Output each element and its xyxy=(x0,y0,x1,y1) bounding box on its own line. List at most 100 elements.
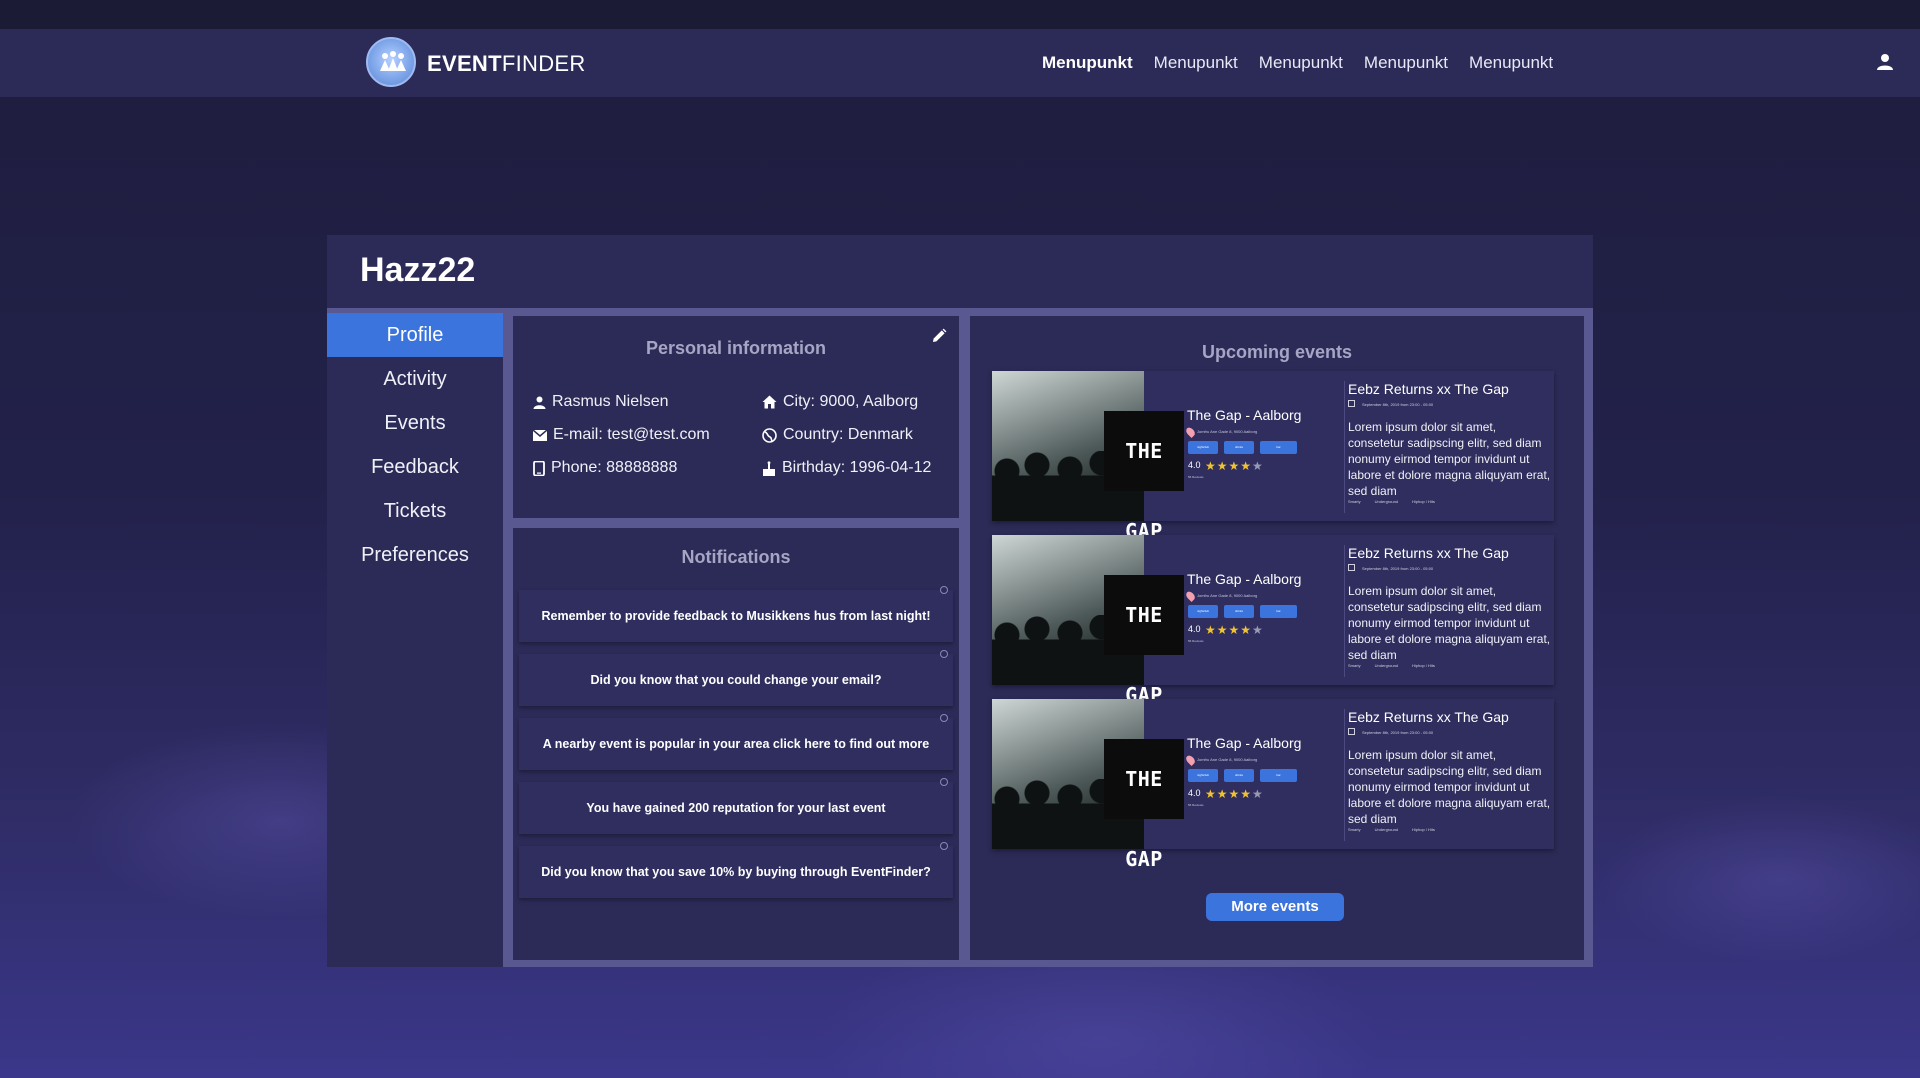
nav-item-3[interactable]: Menupunkt xyxy=(1259,53,1343,73)
sidebar-item-tickets[interactable]: Tickets xyxy=(327,489,503,533)
calendar-icon xyxy=(1348,728,1355,735)
sidebar-item-feedback[interactable]: Feedback xyxy=(327,445,503,489)
notification-text: Did you know that you could change your … xyxy=(590,673,882,687)
phone-value: Phone: 88888888 xyxy=(551,459,678,476)
tag[interactable]: bar xyxy=(1260,441,1297,454)
unread-dot-icon xyxy=(940,714,948,722)
venue-address: Jomfru Ane Gade 8, 9000 Aalborg xyxy=(1197,429,1258,434)
venue-address: Jomfru Ane Gade 8, 9000 Aalborg xyxy=(1197,757,1258,762)
tag[interactable]: nightclub xyxy=(1188,441,1218,454)
tag[interactable]: drinks xyxy=(1224,441,1254,454)
calendar-icon xyxy=(1348,400,1355,407)
brand-name[interactable]: EVENTFINDER xyxy=(427,51,586,77)
notification-item[interactable]: Remember to provide feedback to Musikken… xyxy=(519,586,953,642)
nav-item-1[interactable]: Menupunkt xyxy=(1042,53,1133,73)
rating-value: 4.0 xyxy=(1188,624,1201,634)
calendar-icon xyxy=(1348,564,1355,571)
divider xyxy=(1344,709,1345,841)
user-icon[interactable] xyxy=(1876,53,1894,76)
country-row: Country: Denmark xyxy=(762,426,913,444)
sidebar-item-preferences[interactable]: Preferences xyxy=(327,533,503,577)
brand-light: FINDER xyxy=(501,51,586,76)
notifications-title: Notifications xyxy=(681,547,791,567)
event-card[interactable]: THE GAP The Gap - Aalborg Jomfru Ane Gad… xyxy=(992,699,1554,871)
location-pin-icon xyxy=(1184,589,1197,603)
review-count: 56 Reviews xyxy=(1188,475,1204,479)
birthday-value: Birthday: 1996-04-12 xyxy=(782,459,932,476)
tag[interactable]: nightclub xyxy=(1188,605,1218,618)
tag[interactable]: drinks xyxy=(1224,769,1254,782)
venue-name: The Gap - Aalborg xyxy=(1187,407,1302,423)
meta-item: Smarty xyxy=(1348,827,1361,832)
venue-name: The Gap - Aalborg xyxy=(1187,571,1302,587)
city-value: City: 9000, Aalborg xyxy=(783,393,919,410)
tag[interactable]: drinks xyxy=(1224,605,1254,618)
notification-item[interactable]: You have gained 200 reputation for your … xyxy=(519,778,953,834)
nav-item-4[interactable]: Menupunkt xyxy=(1364,53,1448,73)
birthday-row: Birthday: 1996-04-12 xyxy=(762,459,931,477)
unread-dot-icon xyxy=(940,778,948,786)
event-meta: Smarty Underground Hiphop / Hits xyxy=(1348,499,1435,504)
upcoming-events-title: Upcoming events xyxy=(1201,342,1353,362)
sidebar-item-profile[interactable]: Profile xyxy=(327,313,503,357)
event-title: Eebz Returns xx The Gap xyxy=(1348,709,1509,725)
upcoming-events-card: Upcoming events THE GAP The Gap - Aalbor… xyxy=(970,316,1584,960)
venue-logo: THE GAP xyxy=(1104,575,1184,707)
username-title: Hazz22 xyxy=(360,251,476,289)
review-count: 56 Reviews xyxy=(1188,803,1204,807)
event-date: September 8th, 2019 from 23:00 - 05:00 xyxy=(1362,730,1434,735)
phone-icon xyxy=(533,460,545,476)
event-description: Lorem ipsum dolor sit amet, consetetur s… xyxy=(1348,584,1551,662)
event-card[interactable]: THE GAP The Gap - Aalborg Jomfru Ane Gad… xyxy=(992,371,1554,543)
meta-item: Hiphop / Hits xyxy=(1412,827,1435,832)
star-rating-icon: ★★★★★ xyxy=(1205,623,1264,637)
globe-icon xyxy=(762,427,777,443)
location-pin-icon xyxy=(1184,753,1197,767)
star-rating-icon: ★★★★★ xyxy=(1205,787,1264,801)
tag[interactable]: nightclub xyxy=(1188,769,1218,782)
tag[interactable]: bar xyxy=(1260,769,1297,782)
event-description: Lorem ipsum dolor sit amet, consetetur s… xyxy=(1348,420,1551,498)
unread-dot-icon xyxy=(940,842,948,850)
person-icon xyxy=(533,396,546,409)
people-icon[interactable] xyxy=(366,37,416,87)
event-card[interactable]: THE GAP The Gap - Aalborg Jomfru Ane Gad… xyxy=(992,535,1554,707)
nav-item-5[interactable]: Menupunkt xyxy=(1469,53,1553,73)
location-pin-icon xyxy=(1184,425,1197,439)
divider xyxy=(1344,545,1345,677)
tag-list: nightclub drinks bar xyxy=(1188,769,1297,782)
top-strip xyxy=(0,0,1920,29)
notification-item[interactable]: Did you know that you save 10% by buying… xyxy=(519,842,953,898)
personal-info-title: Personal information xyxy=(645,338,827,358)
event-meta: Smarty Underground Hiphop / Hits xyxy=(1348,827,1435,832)
event-description: Lorem ipsum dolor sit amet, consetetur s… xyxy=(1348,748,1551,826)
venue-name: The Gap - Aalborg xyxy=(1187,735,1302,751)
envelope-icon xyxy=(533,429,547,441)
venue-address: Jomfru Ane Gade 8, 9000 Aalborg xyxy=(1197,593,1258,598)
tag-list: nightclub drinks bar xyxy=(1188,605,1297,618)
name-row: Rasmus Nielsen xyxy=(533,393,668,411)
sidebar-item-events[interactable]: Events xyxy=(327,401,503,445)
pencil-icon[interactable] xyxy=(931,328,947,349)
notification-item[interactable]: Did you know that you could change your … xyxy=(519,650,953,706)
rating-value: 4.0 xyxy=(1188,460,1201,470)
tag[interactable]: bar xyxy=(1260,605,1297,618)
brand-bold: EVENT xyxy=(427,51,502,76)
sidebar-item-activity[interactable]: Activity xyxy=(327,357,503,401)
city-row: City: 9000, Aalborg xyxy=(762,393,918,411)
name-value: Rasmus Nielsen xyxy=(552,393,669,410)
divider xyxy=(1344,381,1345,513)
personal-information-card: Personal information Rasmus Nielsen E-ma… xyxy=(513,316,959,518)
profile-sidebar: Profile Activity Events Feedback Tickets… xyxy=(327,313,503,967)
unread-dot-icon xyxy=(940,650,948,658)
meta-item: Smarty xyxy=(1348,663,1361,668)
event-title: Eebz Returns xx The Gap xyxy=(1348,381,1509,397)
meta-item: Hiphop / Hits xyxy=(1412,499,1435,504)
more-events-button[interactable]: More events xyxy=(1206,893,1344,921)
nav-item-2[interactable]: Menupunkt xyxy=(1154,53,1238,73)
notifications-card: Notifications Remember to provide feedba… xyxy=(513,528,959,960)
tag-list: nightclub drinks bar xyxy=(1188,441,1297,454)
notification-text: A nearby event is popular in your area c… xyxy=(542,737,930,751)
profile-header: Hazz22 xyxy=(327,235,1593,308)
notification-item[interactable]: A nearby event is popular in your area c… xyxy=(519,714,953,770)
